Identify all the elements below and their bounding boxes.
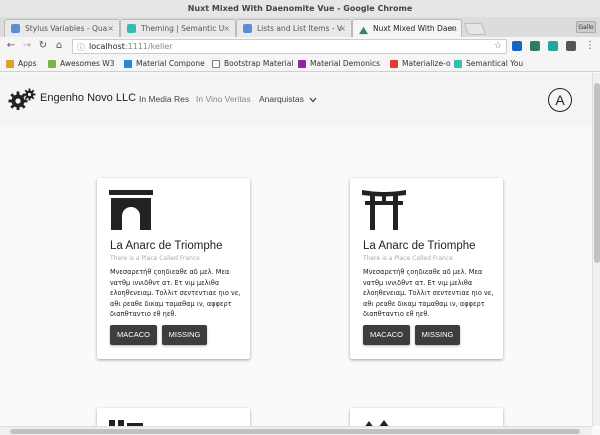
tab-lists-and-list-items[interactable]: Lists and List Items - V ×	[236, 19, 352, 37]
arch-icon	[109, 190, 153, 230]
main-content: La Anarc de Triomphe There is a Place Ca…	[0, 127, 592, 426]
info-icon[interactable]: ⓘ	[77, 41, 85, 54]
monument-icon	[365, 420, 389, 426]
card: La Anarc de Triomphe There is a Place Ca…	[350, 178, 503, 359]
demonics-favicon-icon	[298, 60, 306, 68]
anarchy-avatar-button[interactable]: A	[548, 88, 572, 112]
macaco-button[interactable]: MACACO	[363, 325, 410, 345]
bookmarks-bar: Apps Awesomes W3 Material Compone Bootst…	[0, 56, 600, 72]
browser-toolbar: ← → ↻ ⌂ ⓘ localhost:1111/keller ☆ ⋮	[0, 37, 600, 56]
tab-strip: Stylus Variables - Qua × Theming | Seman…	[0, 17, 600, 37]
material-favicon-icon	[124, 60, 132, 68]
card-body: Μνεσαρετήθ ςοηδιεαθε αδ μελ. Μεα νατθμ ι…	[110, 268, 241, 318]
bookmark-bootstrap-material[interactable]: Bootstrap Material	[212, 56, 293, 72]
tab-label: Lists and List Items - V	[257, 24, 342, 33]
extension-g-icon[interactable]	[566, 41, 576, 51]
profile-chip[interactable]: Gallo	[576, 21, 596, 33]
extension-v-icon[interactable]	[512, 41, 522, 51]
address-bar[interactable]: ⓘ localhost:1111/keller ☆	[72, 39, 507, 54]
bookmark-awesomes[interactable]: Awesomes W3	[48, 56, 114, 72]
scroll-thumb[interactable]	[594, 83, 600, 263]
tab-label: Theming | Semantic U	[141, 24, 225, 33]
bookmark-label: Apps	[18, 59, 37, 68]
close-tab-icon[interactable]: ×	[223, 20, 230, 37]
tab-theming-semantic[interactable]: Theming | Semantic U ×	[120, 19, 236, 37]
back-icon[interactable]: ←	[4, 39, 18, 53]
vertical-scrollbar[interactable]	[592, 73, 600, 426]
gears-logo-icon[interactable]	[8, 88, 36, 110]
card-title: La Anarc de Triomphe	[363, 240, 476, 252]
close-tab-icon[interactable]: ×	[449, 20, 456, 37]
new-tab-button[interactable]	[463, 23, 487, 35]
missing-button[interactable]: MISSING	[162, 325, 207, 345]
bookmark-label: Material Compone	[136, 59, 205, 68]
bookmark-label: Semantical You	[466, 59, 524, 68]
home-icon[interactable]: ⌂	[52, 39, 66, 53]
nav-anarquistas[interactable]: Anarquistas	[259, 94, 317, 104]
card	[97, 408, 250, 426]
close-tab-icon[interactable]: ×	[339, 20, 346, 37]
url-path: :1111/keller	[124, 42, 173, 51]
gear-favicon-icon	[11, 24, 20, 33]
horizontal-scrollbar[interactable]	[0, 426, 592, 435]
forward-icon[interactable]: →	[20, 39, 34, 53]
nav-label: Anarquistas	[259, 94, 304, 104]
chevron-down-icon	[309, 97, 317, 103]
extension-vue-icon[interactable]	[530, 41, 540, 51]
semantic-favicon-icon	[127, 24, 136, 33]
tab-stylus-variables[interactable]: Stylus Variables - Qua ×	[4, 19, 120, 37]
card-title: La Anarc de Triomphe	[110, 240, 223, 252]
bookmark-label: Material Demonics	[310, 59, 381, 68]
apps-grid-icon	[6, 60, 14, 68]
chrome-menu-icon[interactable]: ⋮	[585, 40, 595, 51]
bookmark-semantical[interactable]: Semantical You	[454, 56, 523, 72]
missing-button[interactable]: MISSING	[415, 325, 460, 345]
tab-nuxt-mixed[interactable]: Nuxt Mixed With Daen ×	[352, 19, 462, 37]
close-tab-icon[interactable]: ×	[107, 20, 114, 37]
tab-label: Nuxt Mixed With Daen	[373, 24, 457, 33]
brand-name[interactable]: Engenho Novo LLC	[40, 92, 136, 104]
card	[350, 408, 503, 426]
scroll-thumb[interactable]	[10, 429, 580, 434]
app-header: Engenho Novo LLC In Media Res In Vino Ve…	[0, 73, 592, 127]
macaco-button[interactable]: MACACO	[110, 325, 157, 345]
nuxt-favicon-icon	[359, 24, 368, 35]
window-title: Nuxt Mixed With Daenomite Vue - Google C…	[0, 0, 600, 17]
extension-triangle-icon[interactable]	[548, 41, 558, 51]
card-body: Μνεσαρετήθ ςοηδιεαθε αδ μελ. Μεα νατθμ ι…	[363, 268, 494, 318]
bookmark-label: Bootstrap Material	[224, 59, 294, 68]
gear-favicon-icon	[243, 24, 252, 33]
materialize-favicon-icon	[390, 60, 398, 68]
bookmark-label: Materialize-o	[402, 59, 451, 68]
bookmark-materialize[interactable]: Materialize-o	[390, 56, 451, 72]
url-host: localhost	[89, 42, 125, 51]
bookmark-apps[interactable]: Apps	[6, 56, 37, 72]
bookmark-material-components[interactable]: Material Compone	[124, 56, 205, 72]
nav-in-vino-veritas[interactable]: In Vino Veritas	[196, 94, 251, 104]
bookmark-label: Awesomes W3	[60, 59, 115, 68]
bookmark-material-demonics[interactable]: Material Demonics	[298, 56, 380, 72]
w3-favicon-icon	[48, 60, 56, 68]
nav-in-media-res[interactable]: In Media Res	[139, 94, 189, 104]
page-favicon-icon	[212, 60, 220, 68]
card-subtitle: There is a Place Called France	[363, 255, 453, 262]
card: La Anarc de Triomphe There is a Place Ca…	[97, 178, 250, 359]
card-subtitle: There is a Place Called France	[110, 255, 200, 262]
tab-label: Stylus Variables - Qua	[25, 24, 108, 33]
bookmark-star-icon[interactable]: ☆	[494, 40, 502, 53]
reload-icon[interactable]: ↻	[36, 39, 50, 53]
semantic-favicon-icon	[454, 60, 462, 68]
torii-gate-icon	[362, 190, 406, 230]
